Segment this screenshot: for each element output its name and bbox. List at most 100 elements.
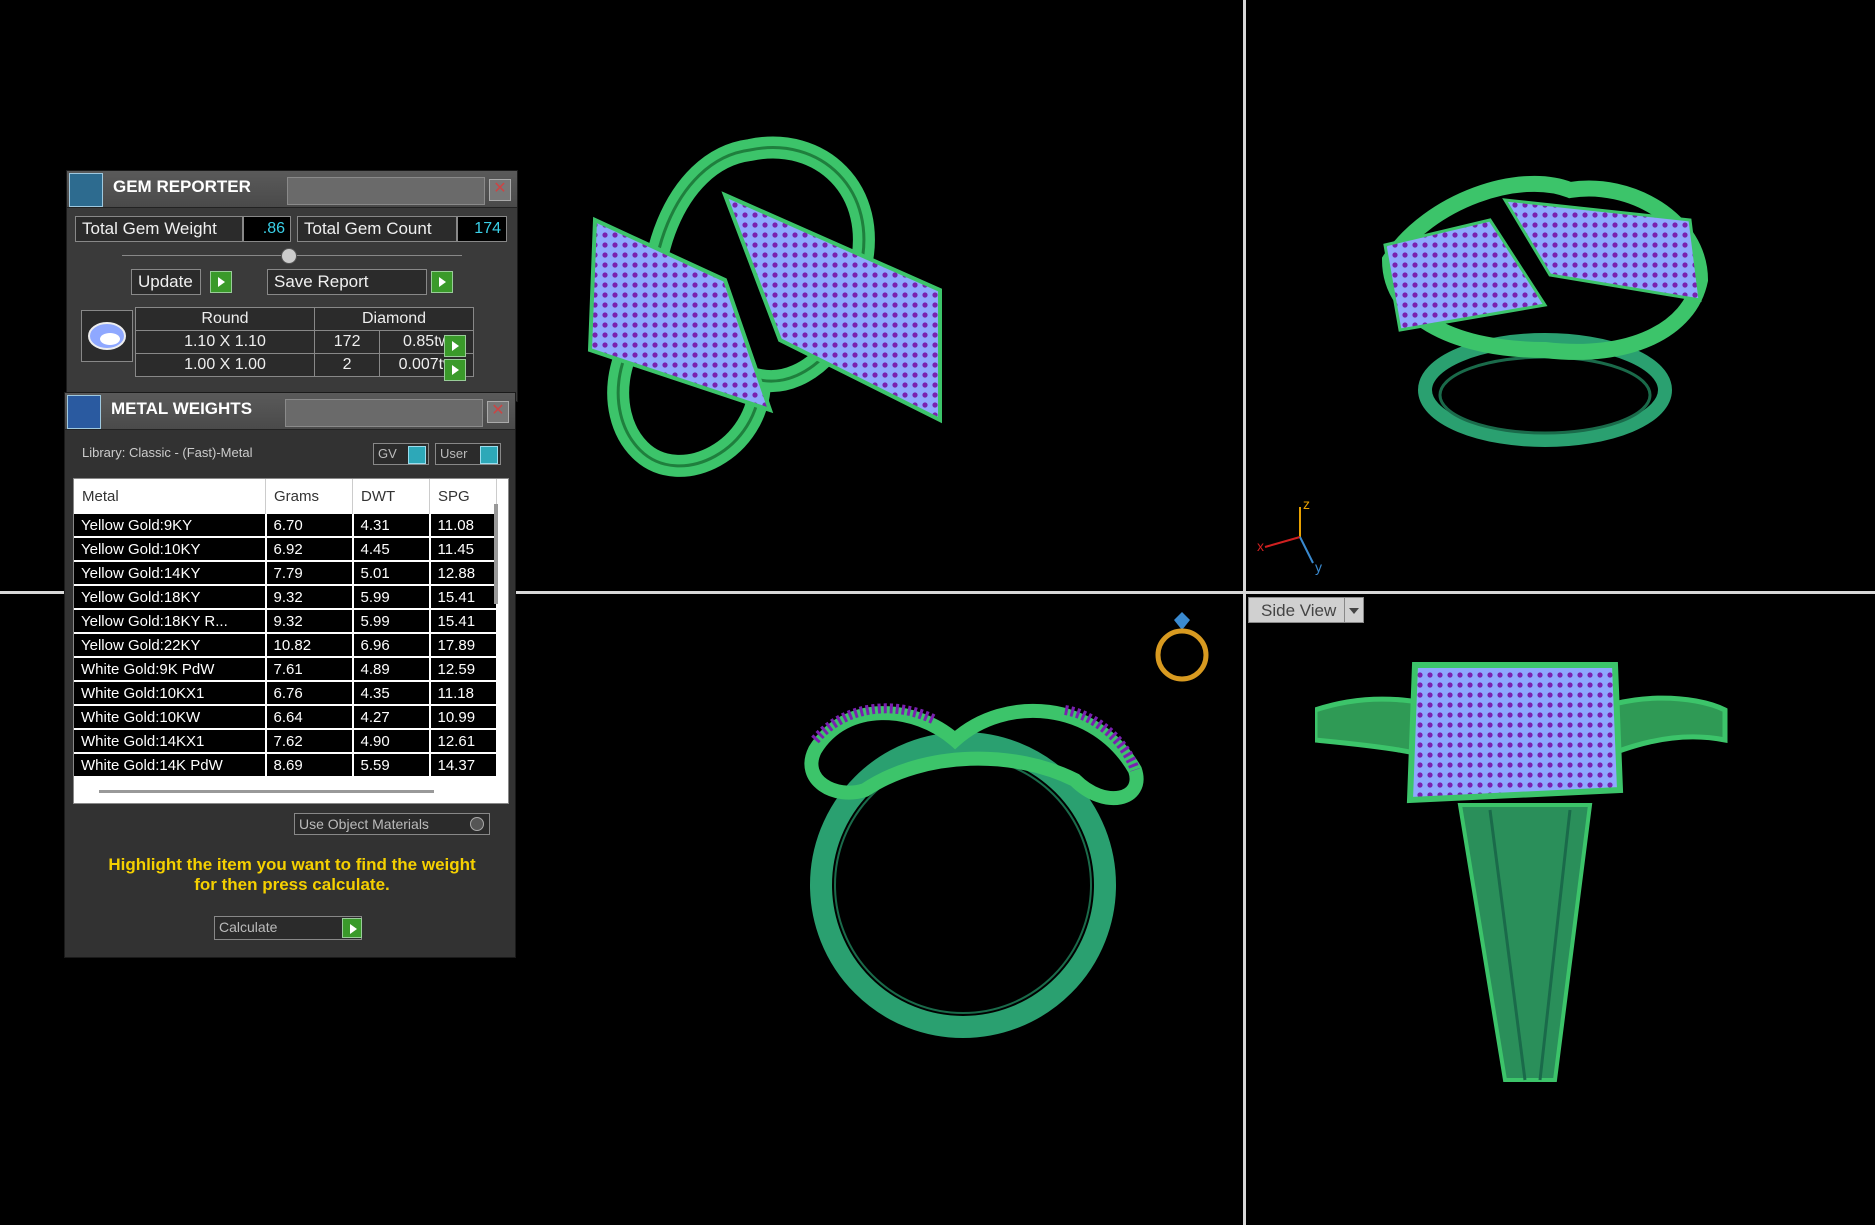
metal-table-container[interactable]: Metal Grams DWT SPG Yellow Gold:9KY 6.70 4…	[73, 478, 509, 804]
table-row[interactable]: Yellow Gold:14KY 7.79 5.01 12.88	[74, 561, 498, 586]
table-row[interactable]: White Gold:10KW 6.64 4.27 10.99	[74, 705, 498, 730]
spg-cell: 11.18	[429, 681, 498, 706]
metal-name-cell: Yellow Gold:14KY	[74, 561, 267, 586]
save-report-button[interactable]: Save Report	[267, 269, 427, 295]
user-toggle[interactable]	[480, 446, 498, 464]
gem-shape-header: Round	[135, 307, 315, 331]
spg-cell: 11.08	[429, 514, 498, 538]
metal-name-cell: White Gold:9K PdW	[74, 657, 267, 682]
metal-name-cell: Yellow Gold:10KY	[74, 537, 267, 562]
table-row[interactable]: Yellow Gold:22KY 10.82 6.96 17.89	[74, 633, 498, 658]
metal-name-cell: Yellow Gold:9KY	[74, 514, 267, 538]
table-row[interactable]: Yellow Gold:10KY 6.92 4.45 11.45	[74, 537, 498, 562]
gem-row-play-icon[interactable]	[444, 359, 466, 381]
gv-toggle[interactable]	[408, 446, 426, 464]
table-row[interactable]: Yellow Gold:18KY 9.32 5.99 15.41	[74, 585, 498, 610]
column-header-spg[interactable]: SPG	[429, 479, 497, 514]
viewport-divider-vertical[interactable]	[1243, 0, 1246, 1225]
metal-name-cell: White Gold:10KX1	[74, 681, 267, 706]
viewport-side-view[interactable]	[1315, 650, 1735, 1090]
grams-cell: 6.76	[265, 681, 354, 706]
grams-cell: 7.61	[265, 657, 354, 682]
calculate-label: Calculate	[219, 919, 278, 935]
update-play-icon[interactable]	[210, 271, 232, 293]
gem-reporter-title: GEM REPORTER	[113, 177, 251, 196]
gem-material-header: Diamond	[314, 307, 474, 331]
viewport-front-view[interactable]	[775, 690, 1155, 1040]
table-row[interactable]: 1.00 X 1.00 2 0.007tw	[135, 353, 474, 377]
metal-name-cell: White Gold:10KW	[74, 705, 267, 730]
total-gem-count-value: 174	[457, 216, 507, 242]
dwt-cell: 6.96	[352, 633, 431, 658]
table-row[interactable]: White Gold:9K PdW 7.61 4.89 12.59	[74, 657, 498, 682]
metal-weights-titlebar[interactable]: METAL WEIGHTS ✕	[65, 393, 515, 430]
side-view-dropdown[interactable]: Side View	[1248, 597, 1364, 623]
instruction-text: Highlight the item you want to find the …	[75, 855, 509, 895]
column-header-grams[interactable]: Grams	[265, 479, 353, 514]
grams-cell: 9.32	[265, 609, 354, 634]
gem-table-header: Round Diamond	[135, 307, 474, 331]
table-row[interactable]: White Gold:14K PdW 8.69 5.59 14.37	[74, 753, 498, 778]
column-header-dwt[interactable]: DWT	[352, 479, 430, 514]
spg-cell: 15.41	[429, 609, 498, 634]
gem-reporter-titlebar[interactable]: GEM REPORTER ✕	[67, 171, 517, 208]
viewport-top-view[interactable]	[560, 130, 980, 500]
dwt-cell: 4.31	[352, 514, 431, 538]
save-report-play-icon[interactable]	[431, 271, 453, 293]
gem-count-cell: 2	[313, 353, 381, 377]
grams-cell: 7.62	[265, 729, 354, 754]
chevron-down-icon[interactable]	[1344, 598, 1363, 622]
dwt-cell: 4.90	[352, 729, 431, 754]
size-slider-handle[interactable]	[281, 248, 297, 264]
gem-reporter-icon	[69, 173, 103, 207]
grams-cell: 10.82	[265, 633, 354, 658]
calculate-button[interactable]: Calculate	[214, 916, 362, 940]
spg-cell: 15.41	[429, 585, 498, 610]
table-row[interactable]: White Gold:10KX1 6.76 4.35 11.18	[74, 681, 498, 706]
horizontal-scrollbar[interactable]	[99, 790, 434, 793]
dwt-cell: 5.99	[352, 609, 431, 634]
viewport-perspective-view[interactable]	[1370, 160, 1720, 460]
gem-size-table: Round Diamond 1.10 X 1.10 172 0.85tw 1.0…	[135, 307, 474, 377]
grams-cell: 9.32	[265, 585, 354, 610]
ring-model-side	[1315, 662, 1728, 1082]
side-view-label: Side View	[1261, 601, 1337, 620]
table-row[interactable]: White Gold:14KX1 7.62 4.90 12.61	[74, 729, 498, 754]
ring-icon[interactable]	[1150, 610, 1214, 690]
axis-x-label: x	[1257, 538, 1264, 554]
use-object-materials-radio[interactable]	[470, 817, 484, 831]
close-icon[interactable]: ✕	[487, 401, 509, 423]
vertical-scrollbar[interactable]	[494, 504, 498, 604]
ring-model-perspective	[1381, 175, 1709, 447]
ring-model-front	[804, 703, 1144, 1038]
metal-name-cell: White Gold:14KX1	[74, 729, 267, 754]
spg-cell: 10.99	[429, 705, 498, 730]
dwt-cell: 4.89	[352, 657, 431, 682]
use-object-materials-button[interactable]: Use Object Materials	[294, 813, 490, 835]
titlebar-drag-area[interactable]	[287, 177, 485, 205]
update-button[interactable]: Update	[131, 269, 201, 295]
gem-thumbnail[interactable]	[81, 310, 133, 362]
metal-name-cell: Yellow Gold:18KY	[74, 585, 267, 610]
spg-cell: 14.37	[429, 753, 498, 778]
dwt-cell: 4.27	[352, 705, 431, 730]
gem-row-play-icon[interactable]	[444, 335, 466, 357]
metal-table-header: Metal Grams DWT SPG	[74, 479, 497, 514]
total-gem-count-label: Total Gem Count	[297, 216, 457, 242]
column-header-metal[interactable]: Metal	[74, 479, 266, 514]
table-row[interactable]: Yellow Gold:18KY R... 9.32 5.99 15.41	[74, 609, 498, 634]
library-label: Library: Classic - (Fast)-Metal	[82, 445, 253, 460]
spg-cell: 12.59	[429, 657, 498, 682]
gv-label: GV	[378, 446, 397, 461]
table-row[interactable]: Yellow Gold:9KY 6.70 4.31 11.08	[74, 514, 498, 538]
dwt-cell: 5.59	[352, 753, 431, 778]
gem-size-cell: 1.00 X 1.00	[135, 353, 315, 377]
titlebar-drag-area[interactable]	[285, 399, 483, 427]
metal-weights-icon	[67, 395, 101, 429]
close-icon[interactable]: ✕	[489, 179, 511, 201]
spg-cell: 17.89	[429, 633, 498, 658]
calculate-play-icon[interactable]	[342, 918, 362, 938]
table-row[interactable]: 1.10 X 1.10 172 0.85tw	[135, 330, 474, 354]
dwt-cell: 4.45	[352, 537, 431, 562]
user-label: User	[440, 446, 468, 461]
